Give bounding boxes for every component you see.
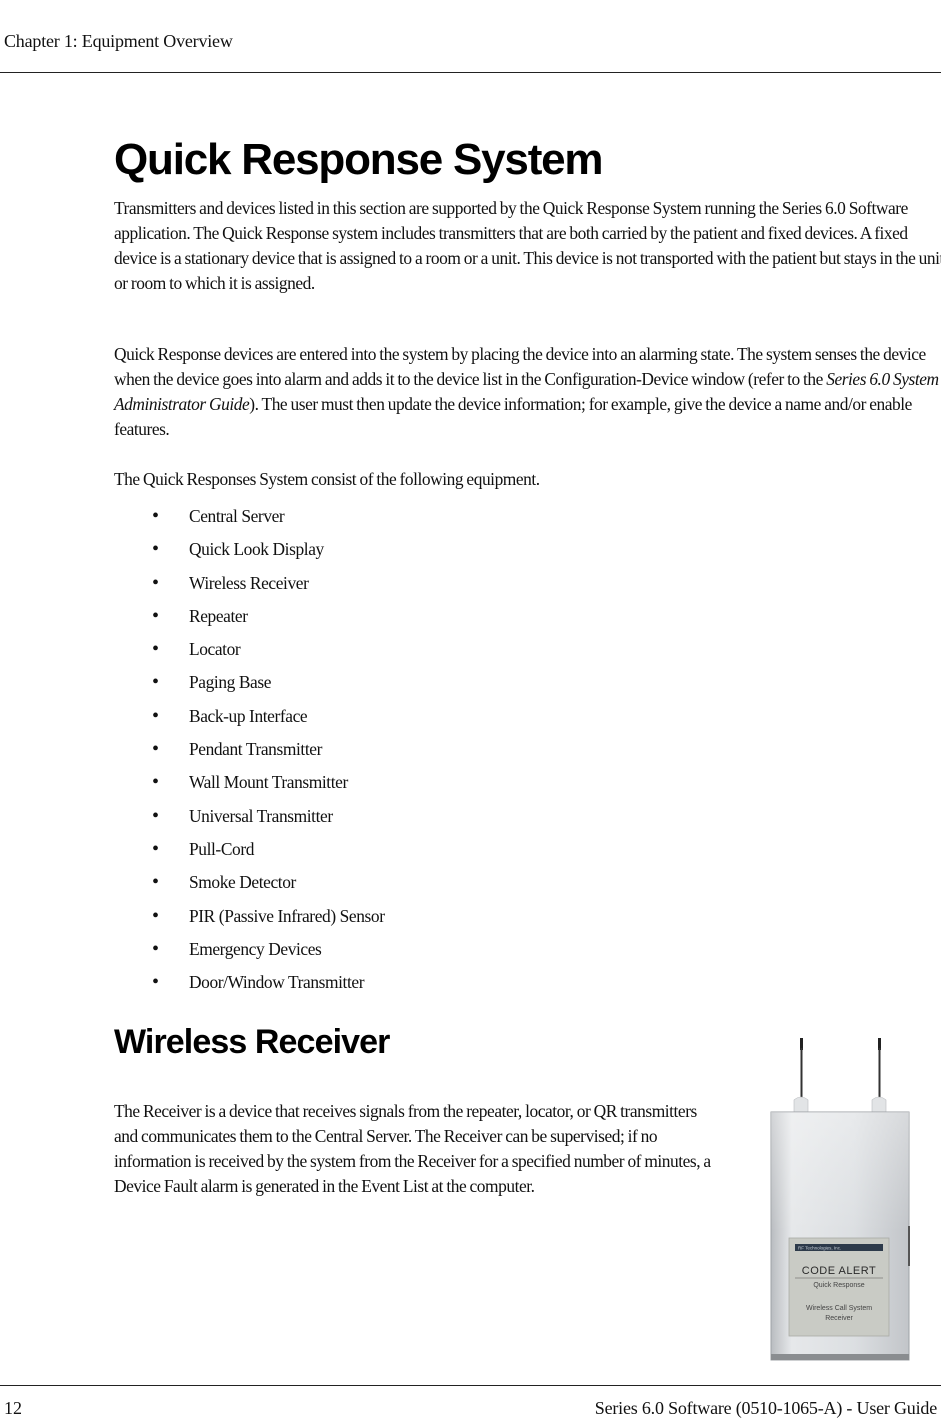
equipment-item-label: Repeater [189, 605, 248, 626]
equipment-intro-paragraph: The Quick Responses System consist of th… [114, 469, 540, 489]
wireless-receiver-paragraph: The Receiver is a device that receives s… [114, 1101, 711, 1196]
bullet-icon: • [152, 538, 159, 561]
equipment-list-item: • Central Server [150, 504, 385, 537]
antenna-left [793, 1038, 809, 1113]
equipment-list: • Central Server • Quick Look Display • Wirel… [150, 504, 385, 1003]
equipment-list-item: • Wall Mount Transmitter [150, 770, 385, 803]
equipment-list-item: • Pull-Cord [150, 837, 385, 870]
equipment-item-label: Wireless Receiver [189, 572, 309, 593]
bullet-icon: • [152, 971, 159, 994]
label-line2: Receiver [825, 1315, 853, 1322]
equipment-item-label: PIR (Passive Infrared) Sensor [189, 905, 385, 926]
label-company: RF Technologies, Inc. [798, 1246, 841, 1251]
running-header-chapter: Chapter 1: Equipment Overview [4, 31, 233, 51]
equipment-item-label: Quick Look Display [189, 539, 324, 560]
equipment-item-label: Central Server [189, 506, 285, 526]
paragraph-text: Quick Response devices are entered into … [114, 344, 926, 389]
bullet-icon: • [152, 738, 159, 761]
equipment-list-item: • Back-up Interface [150, 704, 385, 737]
equipment-list-item: • Universal Transmitter [150, 804, 385, 837]
bullet-icon: • [152, 638, 159, 661]
bullet-icon: • [152, 871, 159, 894]
bullet-icon: • [152, 505, 159, 527]
equipment-item-label: Locator [189, 639, 241, 660]
label-line1: Wireless Call System [806, 1305, 872, 1312]
equipment-item-label: Wall Mount Transmitter [189, 772, 348, 793]
header-divider [0, 72, 941, 73]
equipment-list-item: • PIR (Passive Infrared) Sensor [150, 904, 385, 937]
section-title-quick-response-system: Quick Response System [114, 135, 604, 184]
equipment-list-item: • Smoke Detector [150, 870, 385, 903]
bullet-icon: • [152, 671, 159, 694]
equipment-list-item: • Door/Window Transmitter [150, 970, 385, 1003]
device-label: RF Technologies, Inc. CODE ALERT Quick R… [788, 1237, 890, 1337]
bullet-icon: • [152, 571, 159, 594]
bullet-icon: • [152, 937, 159, 960]
equipment-item-label: Pendant Transmitter [189, 739, 322, 760]
bullet-icon: • [152, 604, 159, 627]
bullet-icon: • [152, 804, 159, 827]
footer-document-title: Series 6.0 Software (0510-1065-A) - User… [594, 1398, 937, 1418]
bullet-icon: • [152, 704, 159, 727]
wireless-receiver-photo: RF Technologies, Inc. CODE ALERT Quick R… [770, 1038, 910, 1361]
footer-divider [0, 1385, 941, 1386]
device-entry-paragraph: Quick Response devices are entered into … [114, 342, 941, 442]
equipment-list-item: • Emergency Devices [150, 937, 385, 970]
label-product: Quick Response [813, 1282, 864, 1289]
equipment-list-item: • Pendant Transmitter [150, 737, 385, 770]
equipment-item-label: Door/Window Transmitter [189, 972, 365, 993]
bullet-icon: • [152, 771, 159, 794]
equipment-list-item: • Repeater [150, 604, 385, 637]
equipment-item-label: Emergency Devices [189, 938, 322, 959]
page-number: 12 [4, 1398, 22, 1418]
equipment-list-item: • Locator [150, 637, 385, 670]
equipment-list-item: • Paging Base [150, 670, 385, 703]
equipment-list-item: • Wireless Receiver [150, 571, 385, 604]
antenna-right [871, 1038, 887, 1113]
section-title-wireless-receiver: Wireless Receiver [114, 1023, 390, 1061]
bullet-icon: • [152, 904, 159, 927]
label-brand: CODE ALERT [802, 1265, 877, 1277]
equipment-list-item: • Quick Look Display [150, 537, 385, 570]
equipment-item-label: Pull-Cord [189, 838, 255, 859]
bullet-icon: • [152, 837, 159, 860]
equipment-item-label: Back-up Interface [189, 705, 308, 726]
equipment-item-label: Paging Base [189, 672, 272, 693]
intro-paragraph: Transmitters and devices listed in this … [114, 198, 941, 293]
equipment-item-label: Universal Transmitter [189, 805, 333, 826]
equipment-item-label: Smoke Detector [189, 872, 296, 893]
